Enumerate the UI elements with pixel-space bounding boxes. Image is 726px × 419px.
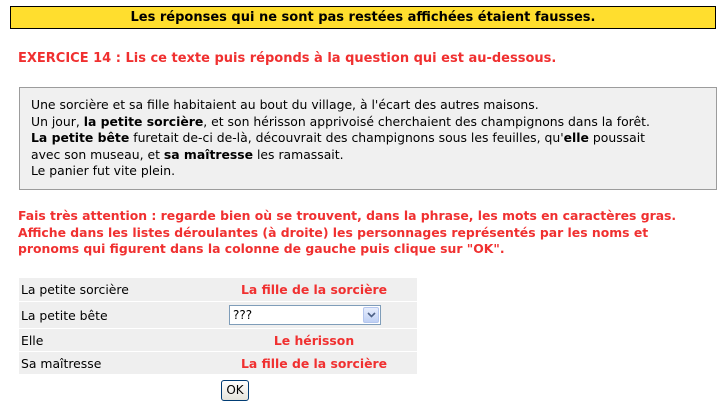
story-text-box: Une sorcière et sa fille habitaient au b… [19,87,717,190]
correct-answer: Le hérisson [273,332,355,348]
story-line: Une sorcière et sa fille habitaient au b… [31,97,539,112]
result-banner-text: Les réponses qui ne sont pas restées aff… [130,10,596,25]
result-banner: Les réponses qui ne sont pas restées aff… [10,6,716,29]
correct-answer: La fille de la sorcière [241,282,387,297]
select-value: ??? [233,308,253,322]
answer-table: La petite sorcière La fille de la sorciè… [19,278,417,404]
chevron-down-icon[interactable] [363,307,379,323]
story-line: Un jour, la petite sorcière, et son héri… [31,113,650,129]
instruction-line: pronoms qui figurent dans la colonne de … [18,241,505,257]
instruction-line: Affiche dans les listes déroulantes (à d… [18,224,649,240]
ok-button[interactable]: OK [221,379,249,401]
story-line: Le panier fut vite plein. [31,163,176,179]
row-label: Sa maîtresse [19,351,211,375]
story-line: avec son museau, et sa maîtresse les ram… [31,146,344,162]
exercise-title: EXERCICE 14 : Lis ce texte puis réponds … [18,51,557,66]
character-select[interactable]: ??? [229,305,381,325]
table-row: Sa maîtresse La fille de la sorcière [19,351,417,375]
bold-word: La petite bête [31,130,130,146]
table-row: La petite sorcière La fille de la sorciè… [19,278,417,302]
row-label: Elle [19,328,211,352]
row-label: La petite bête [19,301,211,329]
correct-answer: La fille de la sorcière [241,355,387,371]
bold-word: elle [563,130,589,146]
instructions: Fais très attention : regarde bien où se… [18,208,723,258]
row-label: La petite sorcière [19,278,211,302]
story-line: La petite bête furetait de-ci de-là, déc… [31,130,645,146]
bold-word: la petite sorcière [83,113,204,129]
table-row: Elle Le hérisson [19,328,417,352]
table-row: La petite bête ??? [19,301,417,329]
bold-word: sa maîtresse [163,146,254,162]
instruction-line: Fais très attention : regarde bien où se… [18,208,677,223]
